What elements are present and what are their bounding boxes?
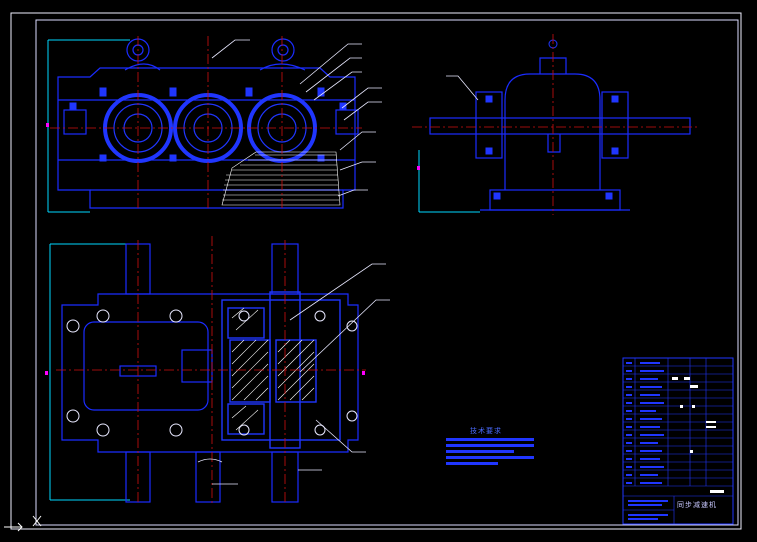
plan-view (45, 236, 390, 505)
front-view (46, 36, 382, 213)
side-view (412, 34, 700, 215)
cad-drawing-canvas[interactable] (0, 0, 757, 542)
drawing-name: 同步减速机 (677, 501, 717, 509)
technical-requirements-notes (446, 438, 534, 465)
technical-requirements-title: 技术要求 (470, 427, 502, 435)
